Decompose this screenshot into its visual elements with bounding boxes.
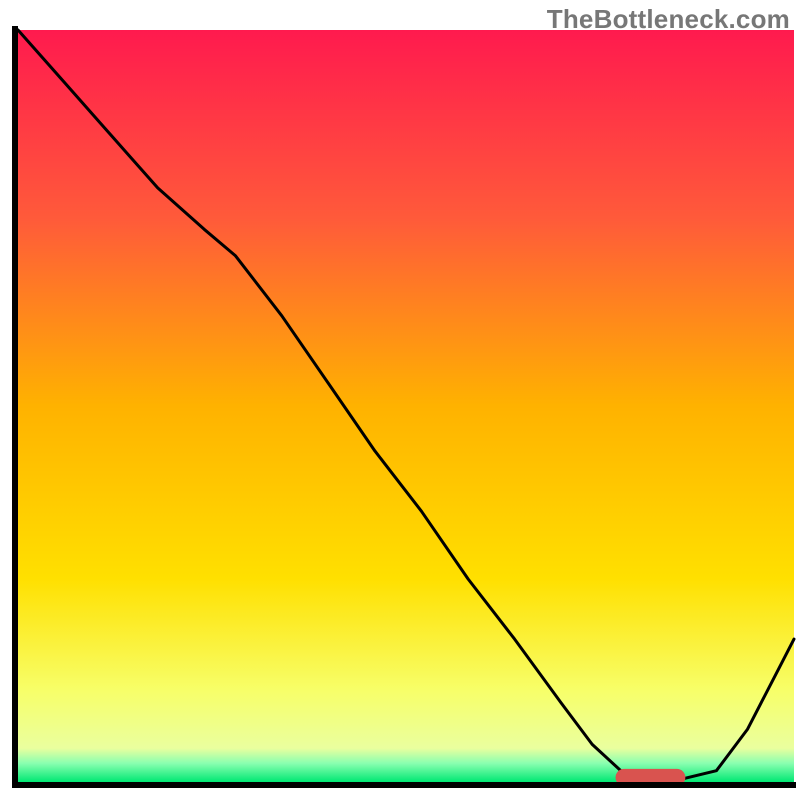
bottleneck-chart: TheBottleneck.com xyxy=(0,0,800,800)
gradient-background xyxy=(18,30,794,782)
chart-svg xyxy=(0,0,800,800)
watermark-text: TheBottleneck.com xyxy=(547,4,790,35)
